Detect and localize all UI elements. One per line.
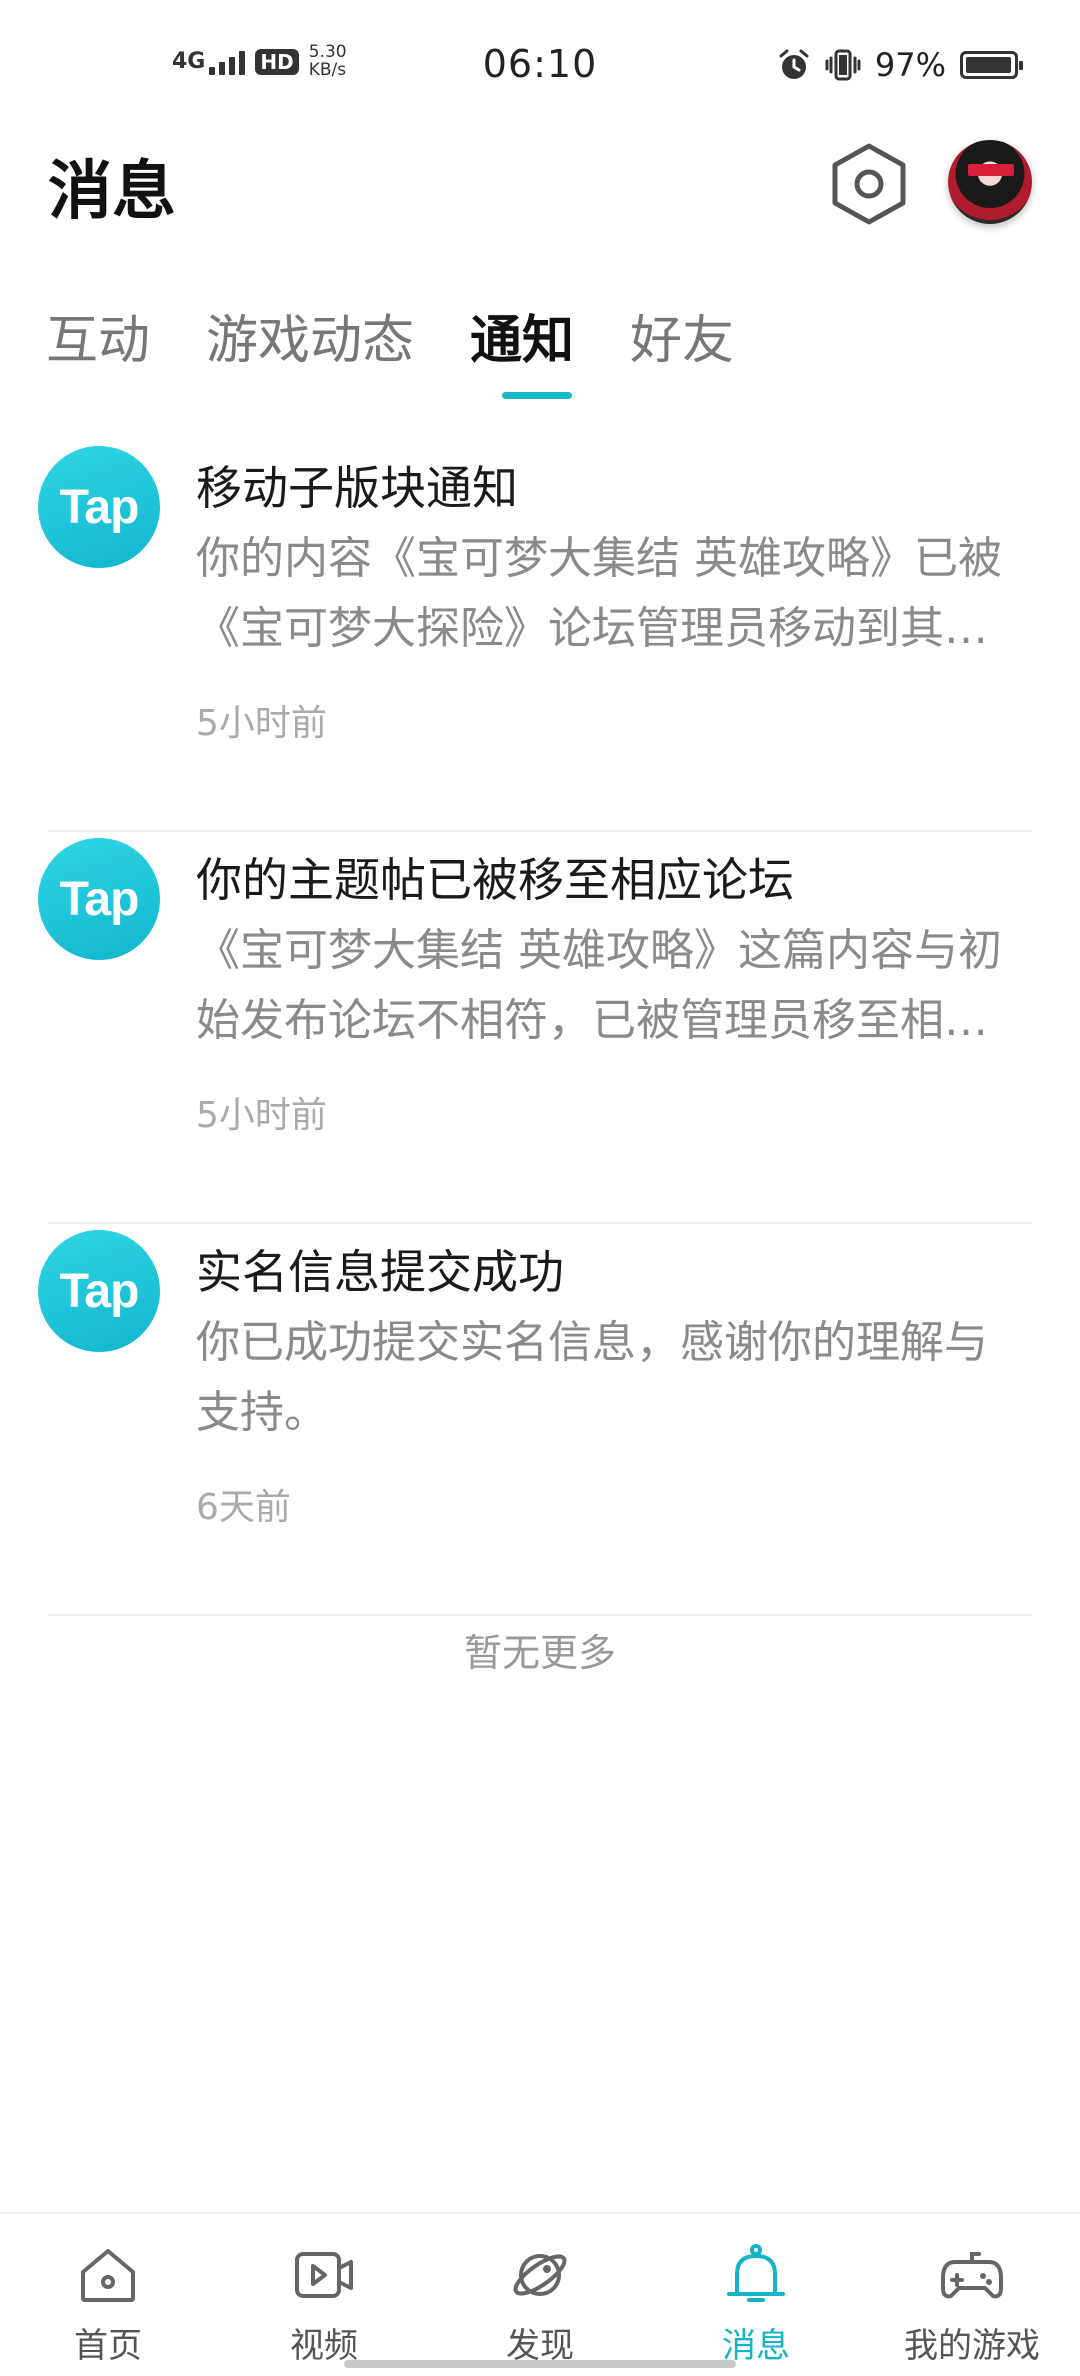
notification-item[interactable]: Tap 移动子版块通知 你的内容《宝可梦大集结 英雄攻略》已被《宝可梦大探险》论… [0,440,1080,832]
logo-text: Tap [59,480,140,534]
nav-label: 首页 [74,2326,142,2366]
tab-interaction[interactable]: 互动 [46,298,150,373]
notification-title: 移动子版块通知 [196,461,518,515]
notification-time: 5小时前 [196,703,327,744]
notification-body: 你已成功提交实名信息，感谢你的理解与支持。 [196,1317,988,1438]
page-title: 消息 [48,155,176,229]
divider [48,1614,1032,1616]
tap-logo-icon: Tap [38,838,160,960]
home-icon [81,2249,135,2302]
nav-discover[interactable]: 发现 [432,2214,648,2376]
status-right: 97% [777,46,1023,84]
notification-list: Tap 移动子版块通知 你的内容《宝可梦大集结 英雄攻略》已被《宝可梦大探险》论… [0,440,1080,1616]
alarm-icon [779,49,809,79]
notification-title: 你的主题帖已被移至相应论坛 [196,853,794,907]
battery-icon [960,51,1023,79]
logo-text: Tap [59,1264,140,1318]
notifications-screen: 4G HD 5.30 KB/s 06:10 97% 消息 互动 游戏动态 通知 … [0,0,1080,2376]
gamepad-icon [941,2252,1003,2299]
nav-messages[interactable]: 消息 [648,2214,864,2376]
bell-icon [727,2244,785,2302]
user-avatar[interactable] [948,140,1032,224]
notification-title: 实名信息提交成功 [196,1245,564,1299]
home-indicator[interactable] [344,2360,736,2368]
nav-home[interactable]: 首页 [0,2214,216,2376]
battery-level [966,57,1011,73]
nav-my-games[interactable]: 我的游戏 [864,2214,1080,2376]
notification-time: 5小时前 [196,1095,327,1136]
notification-body: 《宝可梦大集结 英雄攻略》这篇内容与初始发布论坛不相符，已被管理员移至相应论坛 [196,925,1002,1046]
notification-body: 你的内容《宝可梦大集结 英雄攻略》已被《宝可梦大探险》论坛管理员移动到其他子版块 [196,533,1002,654]
video-icon [295,2252,353,2298]
tap-logo-icon: Tap [38,1230,160,1352]
tab-notifications[interactable]: 通知 [470,298,574,373]
vibrate-icon [825,49,861,81]
nav-video[interactable]: 视频 [216,2214,432,2376]
active-tab-indicator [502,392,572,399]
planet-icon [513,2254,567,2296]
status-bar: 4G HD 5.30 KB/s 06:10 97% [0,0,1080,130]
logo-text: Tap [59,872,140,926]
notification-item[interactable]: Tap 你的主题帖已被移至相应论坛 《宝可梦大集结 英雄攻略》这篇内容与初始发布… [0,832,1080,1224]
notification-item[interactable]: Tap 实名信息提交成功 你已成功提交实名信息，感谢你的理解与支持。 6天前 [0,1224,1080,1616]
notification-time: 6天前 [196,1487,291,1528]
avatar-decoration [968,164,1014,176]
bottom-nav: 首页 视频 发现 消息 我的游戏 [0,2212,1080,2376]
tab-friends[interactable]: 好友 [630,298,734,373]
list-end-text: 暂无更多 [463,1631,616,1675]
nav-label: 我的游戏 [904,2326,1040,2366]
settings-hexagon-icon[interactable] [830,142,908,226]
tap-logo-icon: Tap [38,446,160,568]
message-tabs: 互动 游戏动态 通知 好友 [46,298,734,373]
tab-game-updates[interactable]: 游戏动态 [206,298,414,373]
battery-percent: 97% [874,46,946,84]
